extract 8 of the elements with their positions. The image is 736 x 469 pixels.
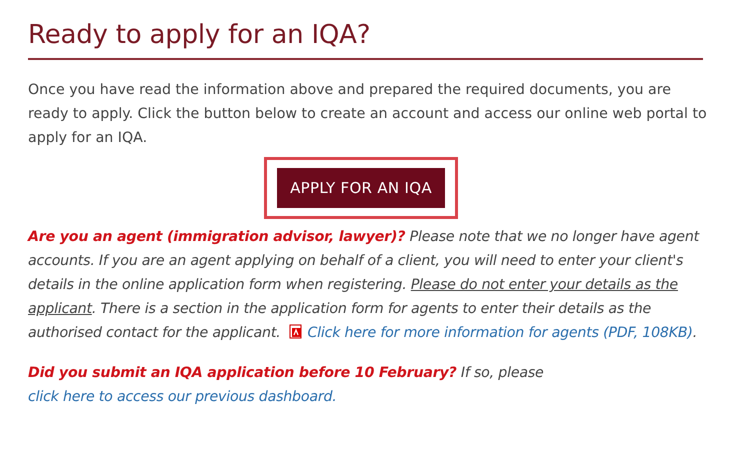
previous-dashboard-link[interactable]: click here to access our previous dashboard.: [28, 389, 337, 405]
page-heading: Ready to apply for an IQA?: [28, 20, 372, 50]
agents-info-link[interactable]: Click here for more information for agents (PDF, 108KB): [307, 325, 693, 341]
apply-button[interactable]: APPLY FOR AN IQA: [277, 168, 445, 208]
intro-paragraph: Once you have read the information above and prepared the required documents, you are ready to apply. Click the button below to create an account and access our online web portal to apply for an IQA.: [28, 81, 708, 148]
pdf-icon: [289, 324, 304, 339]
dashboard-note-paragraph: Did you submit an IQA application before 10 February? If so, please click here to access our previous dashboard.: [28, 364, 545, 407]
agent-note-paragraph: Are you an agent (immigration advisor, lawyer)? Please note that we no longer have agent accounts. If you are an agent applying on behalf of a client, you will need to enter your client's details in the online application form when registering. Please do not enter your details as the applicant. There is a section in the application form for agents to enter their details as the authorised contact for the applicant. Click here for more information for agents (PDF, 108KB).: [28, 228, 700, 343]
